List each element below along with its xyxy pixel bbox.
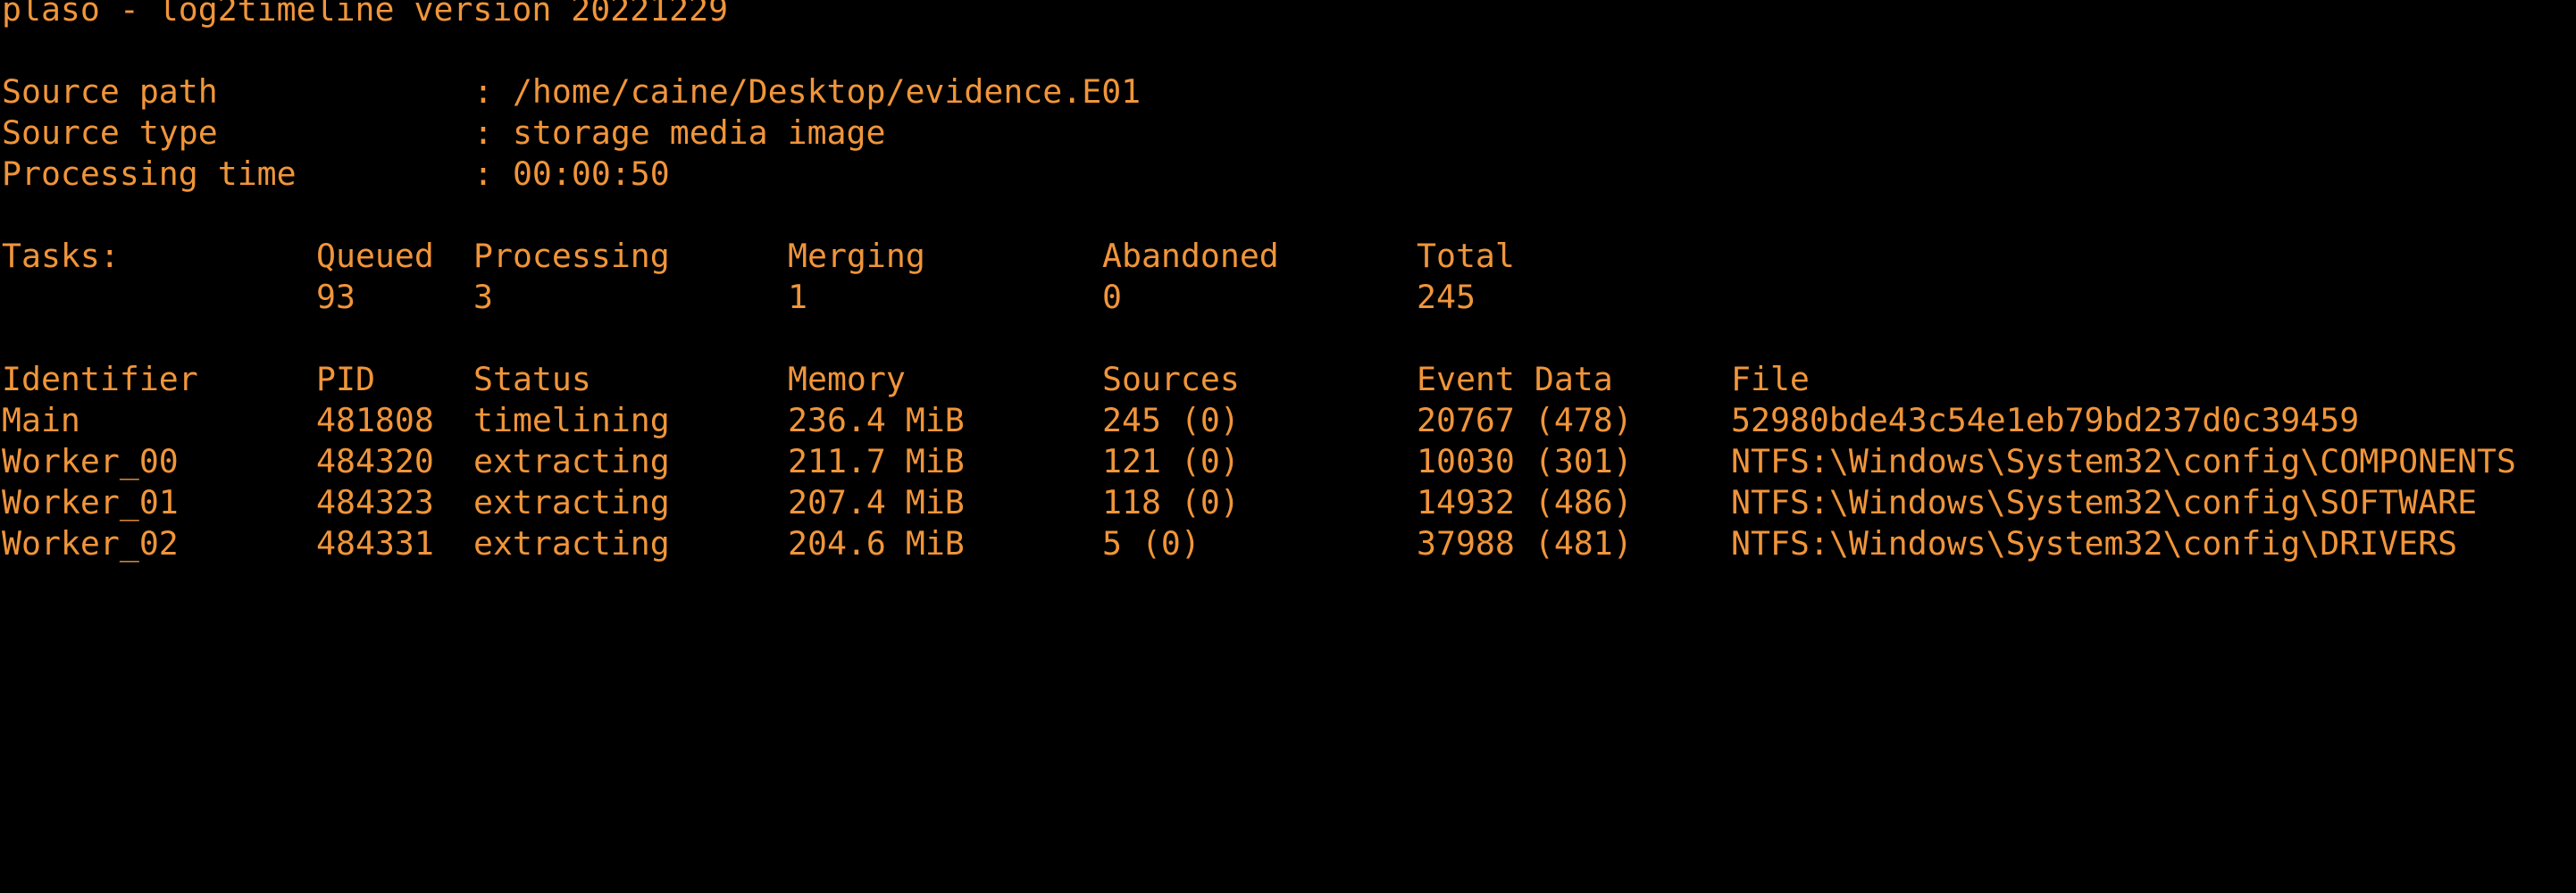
row-file: NTFS:\Windows\System32\config\COMPONENTS	[1731, 442, 2516, 480]
tasks-value-processing: 3	[473, 278, 493, 316]
row-status: extracting	[473, 524, 670, 563]
table-row: Worker_02 484331 extracting 204.6 MiB 5 …	[2, 523, 2457, 564]
tasks-header-row: Tasks: Queued Processing Merging Abandon…	[2, 236, 1515, 277]
row-identifier: Worker_01	[2, 483, 179, 522]
row-pid: 481808	[316, 401, 434, 439]
row-event-data: 20767 (478)	[1417, 401, 1633, 439]
workers-header-status: Status	[473, 360, 591, 398]
tasks-value-total: 245	[1417, 278, 1476, 316]
row-sources: 118 (0)	[1102, 483, 1240, 522]
source-path-value: : /home/caine/Desktop/evidence.E01	[473, 72, 1142, 111]
source-path-label: Source path	[2, 72, 218, 111]
workers-header-row: Identifier PID Status Memory Sources Eve…	[2, 359, 1810, 400]
row-event-data: 37988 (481)	[1417, 524, 1633, 563]
tasks-values-row: 93 3 1 0 245	[2, 277, 1476, 318]
source-type-line: Source type : storage media image	[2, 113, 885, 154]
row-sources: 5 (0)	[1102, 524, 1200, 563]
row-memory: 236.4 MiB	[788, 401, 965, 439]
row-status: extracting	[473, 442, 670, 480]
app-title: plaso - log2timeline version 20221229	[2, 0, 729, 29]
tasks-header-queued: Queued	[316, 237, 434, 275]
table-row: Worker_00 484320 extracting 211.7 MiB 12…	[2, 441, 2516, 482]
workers-header-pid: PID	[316, 360, 375, 398]
row-file: NTFS:\Windows\System32\config\SOFTWARE	[1731, 483, 2478, 522]
tasks-value-abandoned: 0	[1102, 278, 1122, 316]
row-pid: 484331	[316, 524, 434, 563]
row-identifier: Main	[2, 401, 80, 439]
row-pid: 484320	[316, 442, 434, 480]
tasks-value-queued: 93	[316, 278, 355, 316]
row-sources: 245 (0)	[1102, 401, 1240, 439]
tasks-header-processing: Processing	[473, 237, 670, 275]
row-event-data: 14932 (486)	[1417, 483, 1633, 522]
workers-header-sources: Sources	[1102, 360, 1240, 398]
source-type-label: Source type	[2, 113, 218, 152]
workers-header-identifier: Identifier	[2, 360, 198, 398]
workers-header-event-data: Event Data	[1417, 360, 1613, 398]
row-event-data: 10030 (301)	[1417, 442, 1633, 480]
row-identifier: Worker_02	[2, 524, 179, 563]
workers-header-memory: Memory	[788, 360, 906, 398]
row-memory: 211.7 MiB	[788, 442, 965, 480]
row-file: NTFS:\Windows\System32\config\DRIVERS	[1731, 524, 2458, 563]
terminal-window[interactable]: plaso - log2timeline version 20221229 So…	[0, 0, 2576, 593]
processing-time-value: : 00:00:50	[473, 154, 670, 193]
row-pid: 484323	[316, 483, 434, 522]
tasks-header-total: Total	[1417, 237, 1515, 275]
row-sources: 121 (0)	[1102, 442, 1240, 480]
row-identifier: Worker_00	[2, 442, 179, 480]
source-type-value: : storage media image	[473, 113, 886, 152]
table-row: Worker_01 484323 extracting 207.4 MiB 11…	[2, 482, 2477, 523]
tasks-label: Tasks:	[2, 237, 120, 275]
tasks-header-merging: Merging	[788, 237, 925, 275]
app-version-line: plaso - log2timeline version 20221229	[2, 0, 728, 30]
tasks-header-abandoned: Abandoned	[1102, 237, 1279, 275]
row-status: extracting	[473, 483, 670, 522]
table-row: Main 481808 timelining 236.4 MiB 245 (0)…	[2, 400, 2359, 441]
row-file: 52980bde43c54e1eb79bd237d0c39459	[1731, 401, 2360, 439]
processing-time-line: Processing time : 00:00:50	[2, 154, 670, 195]
processing-time-label: Processing time	[2, 154, 297, 193]
source-path-line: Source path : /home/caine/Desktop/eviden…	[2, 71, 1141, 113]
row-memory: 204.6 MiB	[788, 524, 965, 563]
workers-header-file: File	[1731, 360, 1810, 398]
row-status: timelining	[473, 401, 670, 439]
row-memory: 207.4 MiB	[788, 483, 965, 522]
tasks-value-merging: 1	[788, 278, 807, 316]
